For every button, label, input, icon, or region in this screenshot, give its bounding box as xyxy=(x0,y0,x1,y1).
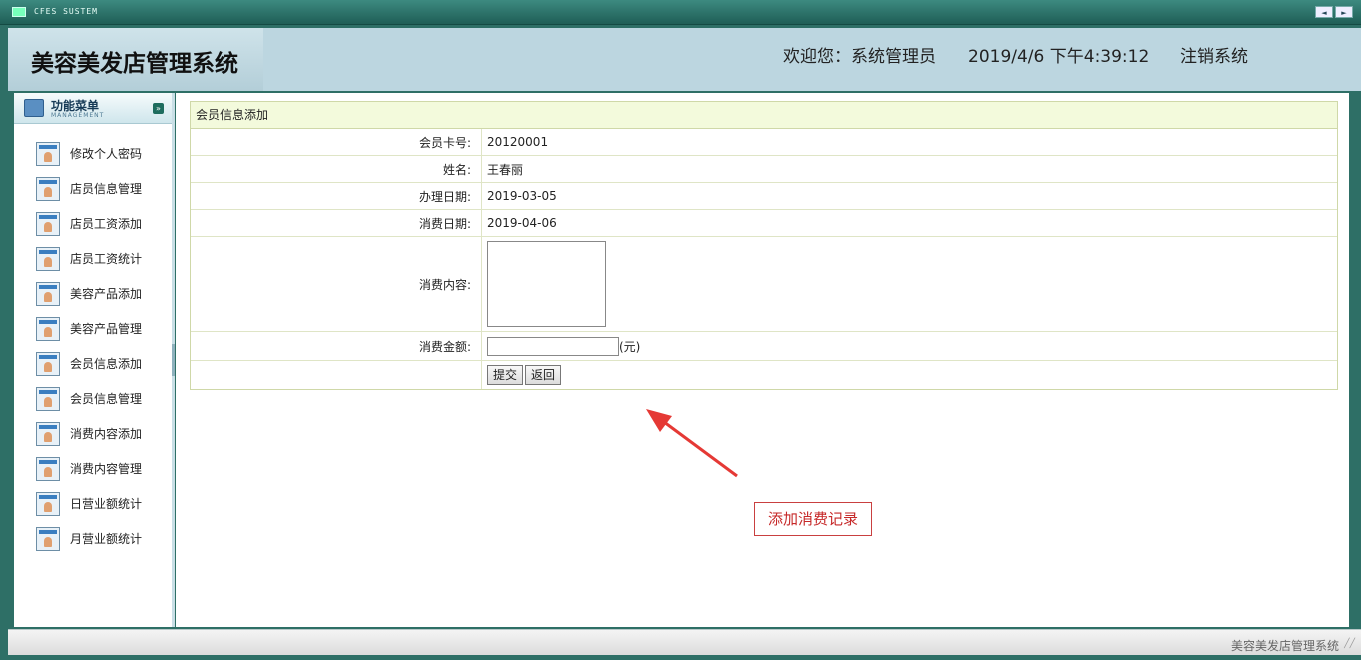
user-card-icon xyxy=(36,491,60,516)
menu-item-label: 店员信息管理 xyxy=(70,182,143,196)
actions-cell: 提交 返回 xyxy=(481,360,1337,389)
amount-input[interactable] xyxy=(487,336,619,356)
form-row-consume-date: 消费日期: 2019-04-06 xyxy=(191,209,1337,237)
form-row-amount: 消费金额: (元) xyxy=(191,331,1337,361)
menu-item-label: 店员工资添加 xyxy=(70,217,143,231)
user-card-icon xyxy=(36,316,60,341)
annotation-label: 添加消费记录 xyxy=(754,502,872,536)
window-controls: ◄ ► xyxy=(1315,6,1353,18)
form-row-card: 会员卡号: 20120001 xyxy=(191,129,1337,156)
menu-item-daily-revenue[interactable]: 日营业额统计 xyxy=(14,486,172,521)
card-label: 会员卡号: xyxy=(191,129,482,156)
menu-item-member-add[interactable]: 会员信息添加 xyxy=(14,346,172,381)
menu-item-product-manage[interactable]: 美容产品管理 xyxy=(14,311,172,346)
content-label: 消费内容: xyxy=(191,236,482,332)
consume-date-value: 2019-04-06 xyxy=(481,209,1337,237)
user-card-icon xyxy=(36,526,60,551)
consume-content-textarea[interactable] xyxy=(487,241,606,327)
menu-item-salary-add[interactable]: 店员工资添加 xyxy=(14,206,172,241)
welcome-text: 欢迎您：系统管理员 xyxy=(783,47,936,67)
status-bar: 美容美发店管理系统 ╱╱ xyxy=(8,629,1361,655)
menu-item-salary-stats[interactable]: 店员工资统计 xyxy=(14,241,172,276)
menu-item-label: 消费内容管理 xyxy=(70,462,143,476)
app-title: CFES SUSTEM xyxy=(34,7,98,16)
menu-item-monthly-revenue[interactable]: 月营业额统计 xyxy=(14,521,172,556)
content-cell xyxy=(481,236,1337,332)
card-value: 20120001 xyxy=(487,135,549,149)
menu-item-change-password[interactable]: 修改个人密码 xyxy=(14,136,172,171)
current-datetime: 2019/4/6 下午4:39:12 xyxy=(968,47,1150,67)
menu-list: 修改个人密码 店员信息管理 店员工资添加 店员工资统计 美容产品添加 美容产品管… xyxy=(14,136,172,556)
user-card-icon xyxy=(36,141,60,166)
submit-button[interactable]: 提交 xyxy=(487,365,524,385)
menu-item-staff-manage[interactable]: 店员信息管理 xyxy=(14,171,172,206)
next-arrow-button[interactable]: ► xyxy=(1335,6,1353,18)
splitter-handle[interactable] xyxy=(172,344,175,376)
prev-arrow-button[interactable]: ◄ xyxy=(1315,6,1333,18)
menu-item-label: 修改个人密码 xyxy=(70,147,143,161)
resize-grip-icon[interactable]: ╱╱ xyxy=(1344,639,1355,649)
menu-header[interactable]: 功能菜单 MANAGEMENT » xyxy=(14,93,172,124)
menu-item-label: 店员工资统计 xyxy=(70,252,143,266)
user-card-icon xyxy=(36,246,60,271)
menu-item-label: 会员信息管理 xyxy=(70,392,143,406)
menu-item-label: 月营业额统计 xyxy=(70,532,143,546)
menu-item-product-add[interactable]: 美容产品添加 xyxy=(14,276,172,311)
menu-item-label: 会员信息添加 xyxy=(70,357,143,371)
actions-spacer xyxy=(191,360,482,389)
amount-cell: (元) xyxy=(481,331,1337,361)
amount-label: 消费金额: xyxy=(191,331,482,361)
user-card-icon xyxy=(36,456,60,481)
menu-item-consume-manage[interactable]: 消费内容管理 xyxy=(14,451,172,486)
form-row-name: 姓名: 王春丽 xyxy=(191,155,1337,183)
user-card-icon xyxy=(36,281,60,306)
menu-item-label: 美容产品管理 xyxy=(70,322,143,336)
consume-form: 会员信息添加 会员卡号: 20120001 姓名: 王春丽 办理日期: 2019… xyxy=(190,101,1338,390)
back-button[interactable]: 返回 xyxy=(525,365,562,385)
form-row-content: 消费内容: xyxy=(191,236,1337,332)
user-card-icon xyxy=(36,421,60,446)
main-content: 会员信息添加 会员卡号: 20120001 姓名: 王春丽 办理日期: 2019… xyxy=(176,93,1349,627)
name-value: 王春丽 xyxy=(481,155,1337,183)
join-date-value: 2019-03-05 xyxy=(481,182,1337,210)
menu-subtitle: MANAGEMENT xyxy=(51,112,105,119)
system-title: 美容美发店管理系统 xyxy=(31,51,238,77)
function-menu: 功能菜单 MANAGEMENT » 修改个人密码 店员信息管理 店员工资添加 店… xyxy=(14,93,175,627)
consume-date-label: 消费日期: xyxy=(191,209,482,237)
user-card-icon xyxy=(36,211,60,236)
form-table: 会员卡号: 20120001 姓名: 王春丽 办理日期: 2019-03-05 … xyxy=(191,129,1337,389)
user-card-icon xyxy=(36,351,60,376)
form-row-actions: 提交 返回 xyxy=(191,360,1337,389)
user-card-icon xyxy=(36,386,60,411)
join-date-label: 办理日期: xyxy=(191,182,482,210)
logout-link[interactable]: 注销系统 xyxy=(1180,42,1248,67)
collapse-chevron-icon[interactable]: » xyxy=(153,103,164,114)
app-monitor-icon xyxy=(12,7,26,17)
menu-item-consume-add[interactable]: 消费内容添加 xyxy=(14,416,172,451)
user-card-icon xyxy=(36,176,60,201)
amount-unit: (元) xyxy=(619,339,641,354)
menu-item-member-manage[interactable]: 会员信息管理 xyxy=(14,381,172,416)
form-row-join-date: 办理日期: 2019-03-05 xyxy=(191,182,1337,210)
name-label: 姓名: xyxy=(191,155,482,183)
window-titlebar: CFES SUSTEM ◄ ► xyxy=(0,0,1361,25)
user-bar: 欢迎您：系统管理员 2019/4/6 下午4:39:12 注销系统 xyxy=(783,42,1248,67)
menu-item-label: 美容产品添加 xyxy=(70,287,143,301)
page-header: 美容美发店管理系统 欢迎您：系统管理员 2019/4/6 下午4:39:12 注… xyxy=(8,28,1361,91)
status-text: 美容美发店管理系统 xyxy=(1230,639,1339,653)
menu-item-label: 消费内容添加 xyxy=(70,427,143,441)
menu-item-label: 日营业额统计 xyxy=(70,497,143,511)
form-caption: 会员信息添加 xyxy=(191,102,1337,129)
menu-folder-icon xyxy=(24,99,44,117)
